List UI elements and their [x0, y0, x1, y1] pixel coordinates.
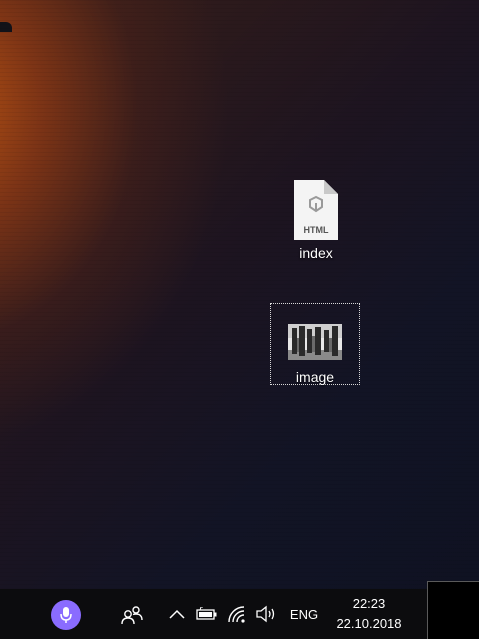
people-icon: [121, 606, 143, 625]
battery-button[interactable]: [196, 603, 218, 625]
desktop-icon-label: index: [299, 245, 333, 261]
input-language-button[interactable]: ENG: [286, 605, 322, 623]
clock-button[interactable]: 22:23 22.10.2018: [330, 594, 408, 634]
taskbar: ENG 22:23 22.10.2018: [0, 581, 479, 639]
desktop-icon-index[interactable]: HTML index: [282, 178, 350, 266]
show-hidden-icons-button[interactable]: [166, 603, 188, 625]
cortana-button[interactable]: [51, 600, 81, 630]
people-button[interactable]: [118, 601, 146, 629]
volume-button[interactable]: [254, 603, 278, 625]
wifi-icon: [228, 606, 245, 623]
html-badge-label: HTML: [303, 225, 329, 235]
clock-date: 22.10.2018: [336, 616, 402, 631]
desktop-corner-shape: [0, 22, 12, 32]
image-thumbnail-icon: [288, 324, 342, 360]
html-file-icon: HTML: [294, 180, 338, 240]
volume-icon: [256, 605, 275, 623]
desktop-icon-image[interactable]: image: [270, 303, 360, 385]
desktop-icon-label: image: [295, 369, 335, 385]
desktop-background: HTML index image: [0, 0, 479, 589]
battery-icon: [196, 607, 217, 620]
clock-time: 22:23: [352, 596, 386, 611]
show-desktop-button[interactable]: [427, 581, 479, 639]
chevron-up-icon: [169, 609, 185, 619]
microphone-icon: [60, 607, 72, 623]
network-button[interactable]: [226, 603, 248, 625]
